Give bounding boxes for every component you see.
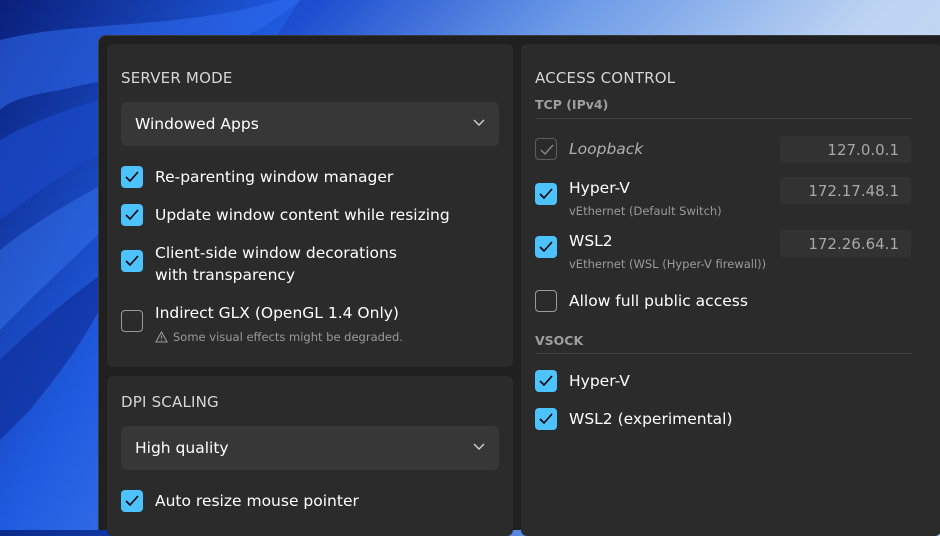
vsock-group-header: VSOCK — [535, 333, 584, 348]
settings-window: SERVER MODE Windowed Apps Re-parenting w… — [98, 35, 940, 536]
hyper-v-tcp-checkbox[interactable] — [535, 183, 557, 205]
access-control-card: ACCESS CONTROL TCP (IPv4) Loopback 127.0… — [521, 44, 940, 536]
wsl2-tcp-sublabel: vEthernet (WSL (Hyper-V firewall)) — [569, 257, 767, 271]
checkmark-icon — [125, 255, 139, 267]
auto-resize-pointer-label: Auto resize mouse pointer — [155, 492, 359, 510]
access-control-title: ACCESS CONTROL — [535, 69, 676, 87]
dpi-scaling-dropdown[interactable]: High quality — [121, 426, 499, 470]
server-mode-title: SERVER MODE — [121, 69, 233, 87]
option-auto-resize-pointer[interactable]: Auto resize mouse pointer — [121, 490, 501, 514]
update-resizing-label: Update window content while resizing — [155, 206, 450, 224]
reparenting-checkbox[interactable] — [121, 166, 143, 188]
tcp-divider — [535, 118, 913, 119]
indirect-glx-checkbox[interactable] — [121, 310, 143, 332]
vsock-item-hyper-v[interactable]: Hyper-V — [535, 370, 915, 394]
wsl2-vsock-checkbox[interactable] — [535, 408, 557, 430]
checkmark-icon — [539, 413, 553, 425]
option-reparenting[interactable]: Re-parenting window manager — [121, 166, 501, 190]
checkmark-icon — [125, 171, 139, 183]
tcp-item-wsl2[interactable]: WSL2 vEthernet (WSL (Hyper-V firewall)) … — [535, 230, 915, 274]
tcp-item-hyper-v[interactable]: Hyper-V vEthernet (Default Switch) 172.1… — [535, 177, 915, 221]
dpi-scaling-card: DPI SCALING High quality Auto resize mou… — [107, 376, 513, 536]
vsock-item-wsl2[interactable]: WSL2 (experimental) — [535, 408, 915, 432]
server-mode-dropdown-value: Windowed Apps — [135, 115, 259, 133]
checkmark-icon — [539, 188, 553, 200]
hyper-v-tcp-sublabel: vEthernet (Default Switch) — [569, 204, 722, 218]
loopback-checkbox — [535, 138, 557, 160]
tcp-item-loopback: Loopback 127.0.0.1 — [535, 136, 915, 164]
update-resizing-checkbox[interactable] — [121, 204, 143, 226]
checkmark-icon — [540, 144, 554, 156]
wsl2-tcp-checkbox[interactable] — [535, 236, 557, 258]
checkmark-icon — [125, 495, 139, 507]
option-update-resizing[interactable]: Update window content while resizing — [121, 204, 501, 228]
vsock-divider — [535, 353, 913, 354]
public-access-checkbox[interactable] — [535, 290, 557, 312]
indirect-glx-label: Indirect GLX (OpenGL 1.4 Only) — [155, 304, 399, 322]
server-mode-card: SERVER MODE Windowed Apps Re-parenting w… — [107, 44, 513, 367]
reparenting-label: Re-parenting window manager — [155, 168, 394, 186]
chevron-down-icon — [473, 443, 485, 450]
checkmark-icon — [539, 375, 553, 387]
server-mode-dropdown[interactable]: Windowed Apps — [121, 102, 499, 146]
hyper-v-tcp-ip: 172.17.48.1 — [780, 177, 911, 204]
checkmark-icon — [125, 209, 139, 221]
hyper-v-vsock-label: Hyper-V — [569, 372, 630, 390]
option-client-side-decorations[interactable]: Client-side window decorations with tran… — [121, 242, 501, 286]
client-side-decorations-checkbox[interactable] — [121, 250, 143, 272]
dpi-scaling-title: DPI SCALING — [121, 393, 219, 411]
client-side-decorations-label-line1: Client-side window decorations — [155, 244, 397, 262]
checkmark-icon — [539, 241, 553, 253]
wsl2-tcp-label: WSL2 — [569, 232, 613, 250]
hyper-v-tcp-label: Hyper-V — [569, 179, 630, 197]
indirect-glx-warning: Some visual effects might be degraded. — [173, 330, 403, 344]
hyper-v-vsock-checkbox[interactable] — [535, 370, 557, 392]
chevron-down-icon — [473, 119, 485, 126]
public-access-label: Allow full public access — [569, 292, 748, 310]
loopback-label: Loopback — [569, 140, 644, 158]
client-side-decorations-label-line2: with transparency — [155, 266, 296, 284]
wsl2-tcp-ip: 172.26.64.1 — [780, 230, 911, 257]
option-indirect-glx[interactable]: Indirect GLX (OpenGL 1.4 Only) Some visu… — [121, 302, 501, 346]
dpi-scaling-dropdown-value: High quality — [135, 439, 229, 457]
wsl2-vsock-label: WSL2 (experimental) — [569, 410, 733, 428]
loopback-ip: 127.0.0.1 — [780, 136, 911, 163]
tcp-item-public-access[interactable]: Allow full public access — [535, 290, 915, 314]
warning-triangle-icon — [155, 331, 168, 343]
tcp-group-header: TCP (IPv4) — [535, 97, 609, 112]
auto-resize-pointer-checkbox[interactable] — [121, 490, 143, 512]
